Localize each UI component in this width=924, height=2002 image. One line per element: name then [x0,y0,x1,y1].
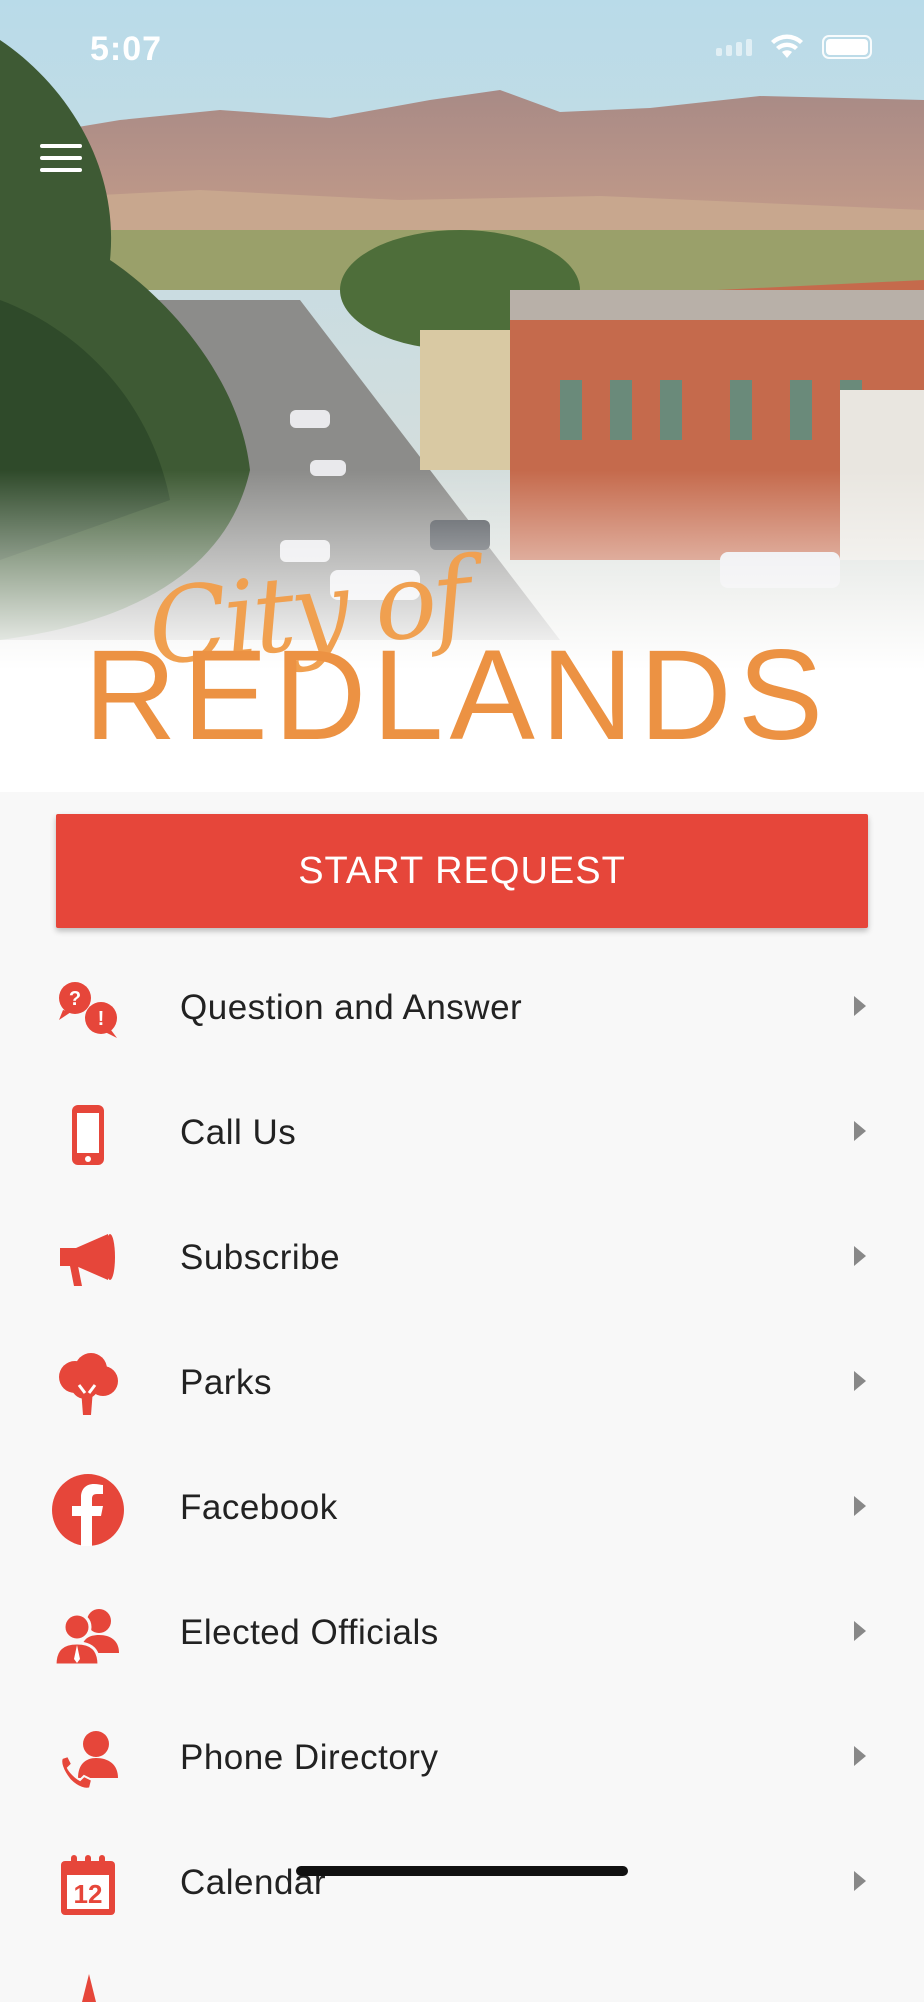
menu-item-label: Call Us [180,1113,297,1152]
chevron-right-icon [854,1496,866,1516]
chevron-right-icon [854,1246,866,1266]
officials-icon [48,1599,128,1671]
chevron-right-icon [854,996,866,1016]
menu-item-label: Facebook [180,1488,338,1527]
cell-signal-icon [716,38,752,56]
menu-item-label: Phone Directory [180,1738,439,1777]
menu-item-subscribe[interactable]: Subscribe [0,1198,924,1323]
menu-item-parks[interactable]: Parks [0,1323,924,1448]
status-icons [716,34,872,60]
status-bar: 5:07 [0,0,924,100]
partial-next-item-icon [82,1974,96,2002]
home-indicator [296,1866,628,1876]
menu-item-question-and-answer[interactable]: ? ! Question and Answer [0,948,924,1073]
chevron-right-icon [854,1871,866,1891]
facebook-icon [48,1474,128,1546]
calendar-icon: 12 [48,1849,128,1921]
menu-item-label: Elected Officials [180,1613,439,1652]
menu-item-phone-directory[interactable]: Phone Directory [0,1698,924,1823]
menu-item-label: Parks [180,1363,272,1402]
menu-item-facebook[interactable]: Facebook [0,1448,924,1573]
chevron-right-icon [854,1121,866,1141]
menu-item-call-us[interactable]: Call Us [0,1073,924,1198]
chevron-right-icon [854,1746,866,1766]
hero-banner: 5:07 City of REDLANDS [0,0,924,792]
svg-text:?: ? [69,988,81,1010]
menu-list: ? ! Question and Answer Call Us Subscrib… [0,948,924,1948]
hamburger-menu-button[interactable] [40,144,84,176]
menu-item-label: Question and Answer [180,988,523,1027]
tree-icon [48,1349,128,1421]
logo-main-text: REDLANDS [84,624,830,767]
start-request-button[interactable]: START REQUEST [56,814,868,928]
svg-text:!: ! [98,1008,105,1030]
question-bubbles-icon: ? ! [48,974,128,1046]
menu-item-elected-officials[interactable]: Elected Officials [0,1573,924,1698]
phone-directory-icon [48,1724,128,1796]
menu-item-label: Subscribe [180,1238,341,1277]
chevron-right-icon [854,1371,866,1391]
main-content: START REQUEST ? ! Question and Answer Ca… [0,792,924,2002]
mobile-phone-icon [48,1099,128,1171]
chevron-right-icon [854,1621,866,1641]
wifi-icon [771,34,803,58]
megaphone-icon [48,1224,128,1296]
battery-icon [822,35,872,59]
menu-item-calendar[interactable]: 12 Calendar [0,1823,924,1948]
status-time: 5:07 [90,30,163,68]
calendar-icon-number: 12 [74,1879,103,1909]
